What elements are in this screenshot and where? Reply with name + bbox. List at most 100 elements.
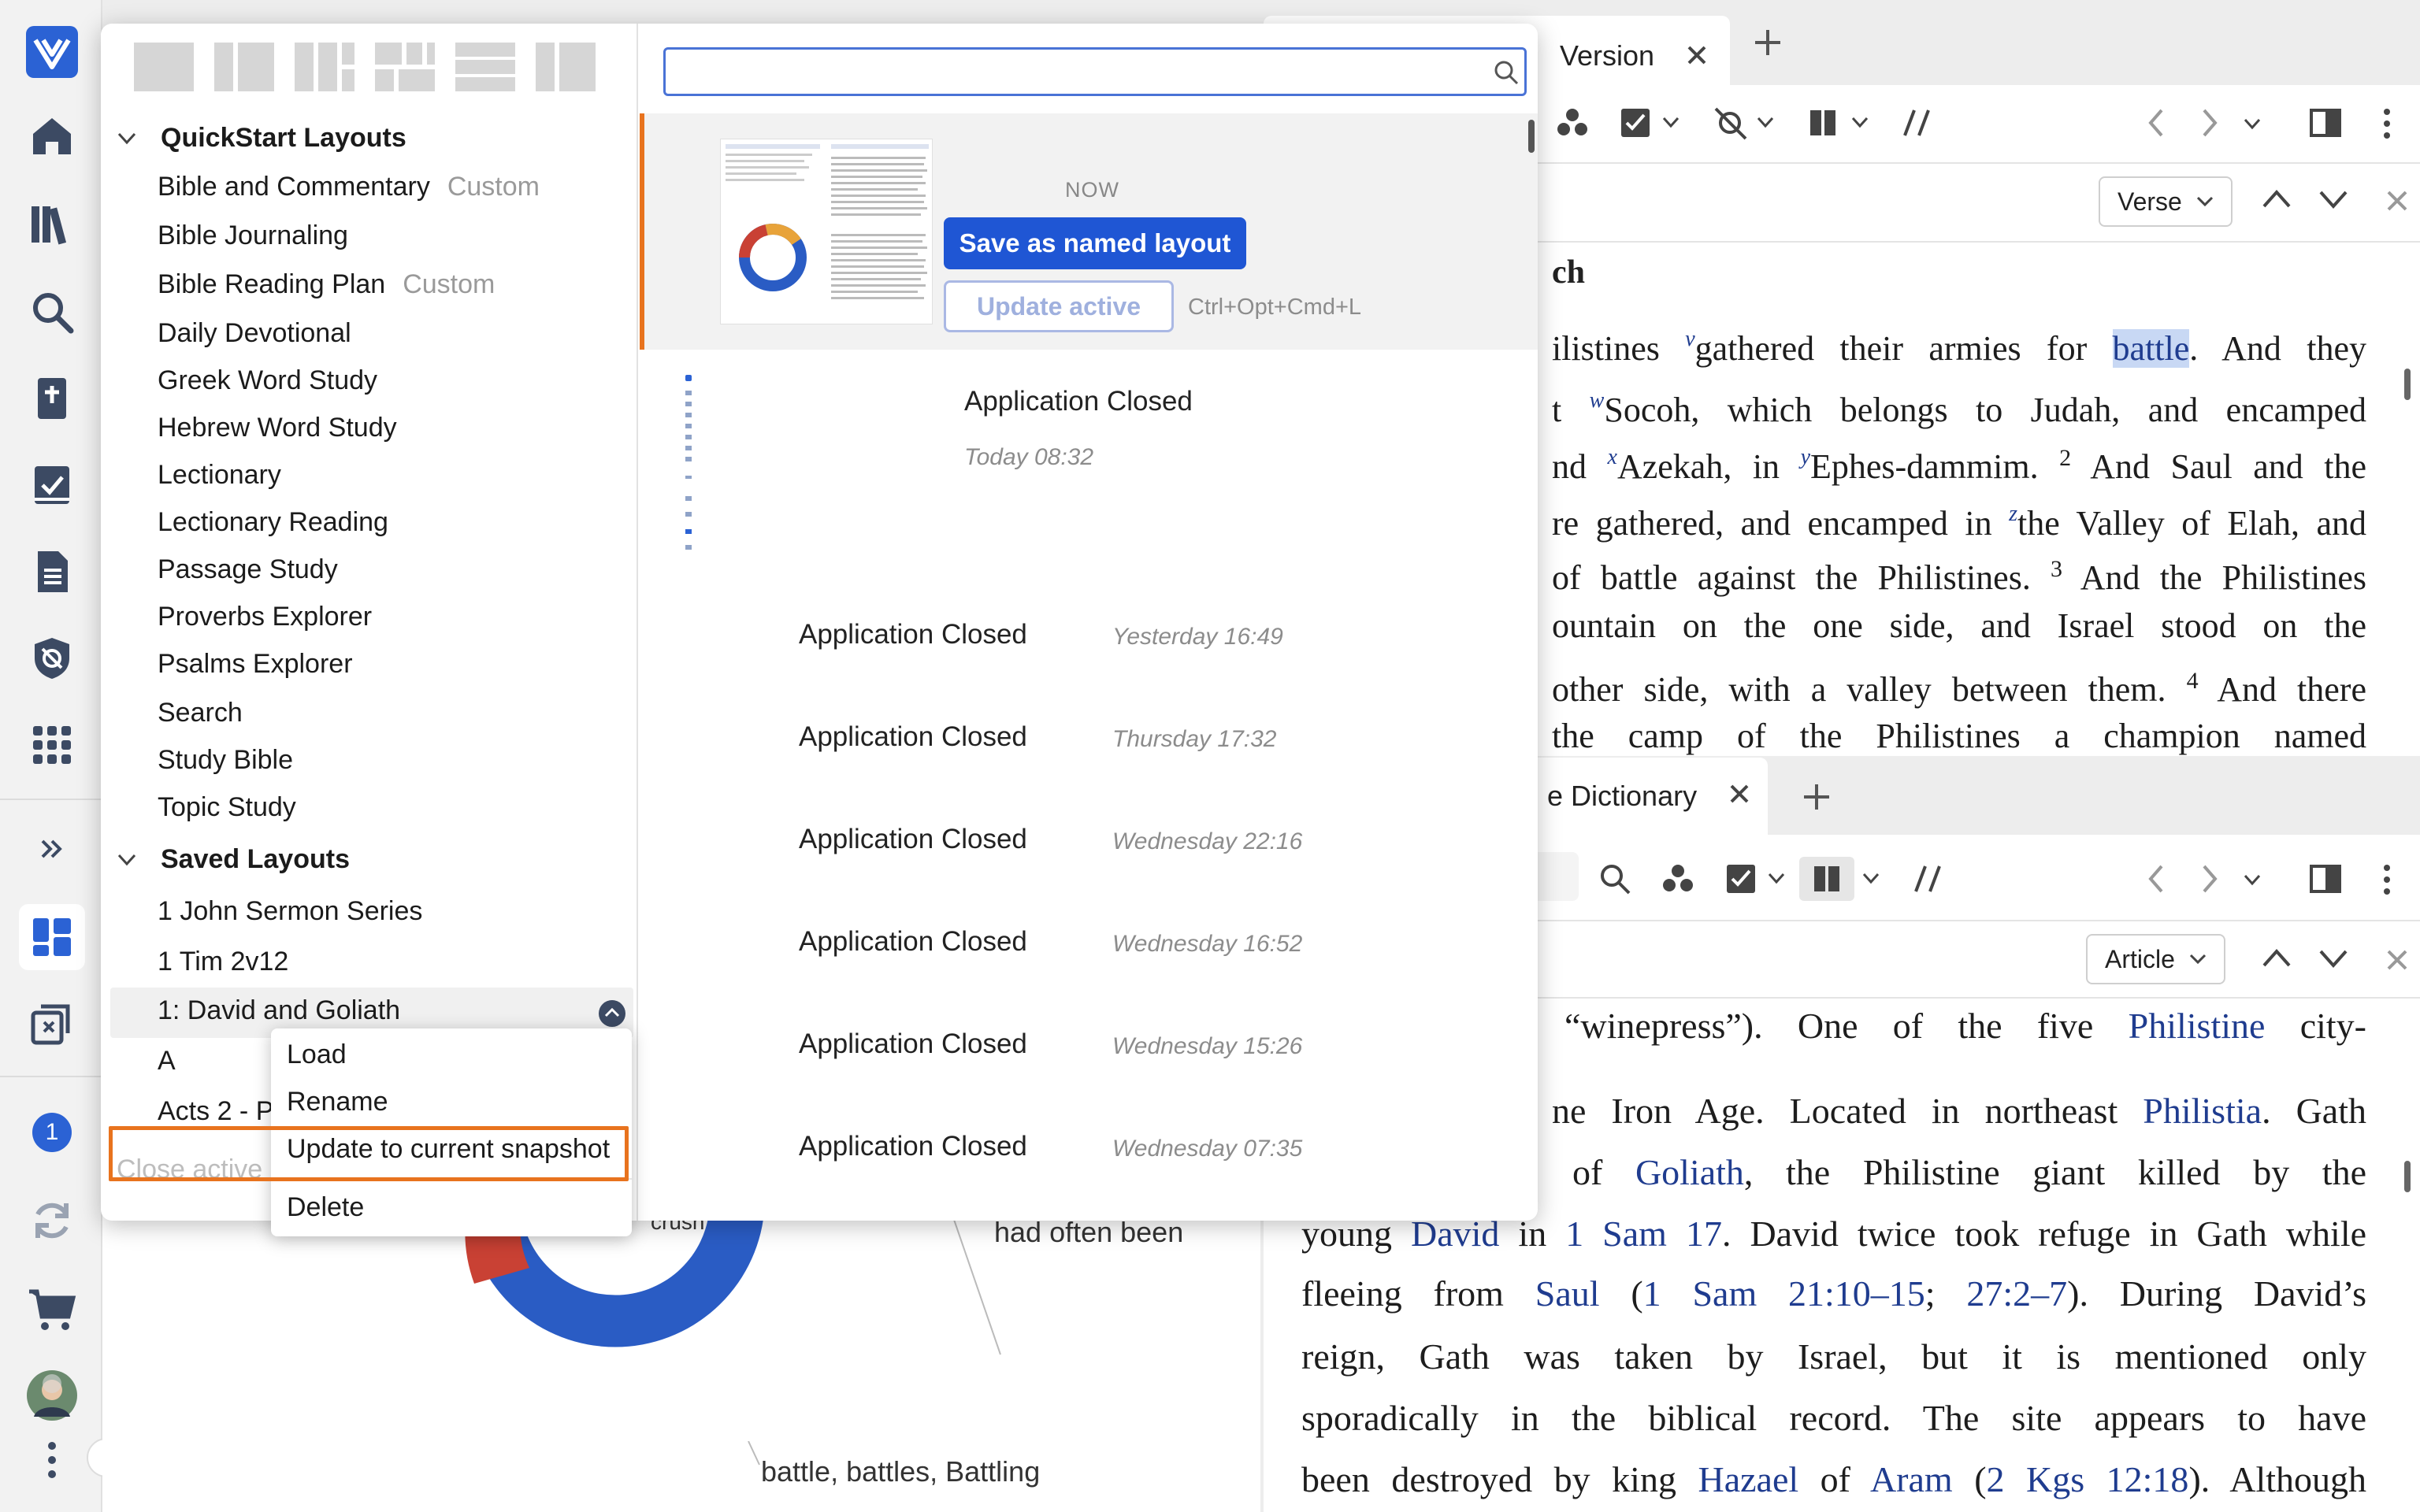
snapshot-title[interactable]: Application Closed xyxy=(799,1028,1027,1060)
logos-logo-icon[interactable] xyxy=(19,19,85,85)
menu-item-load[interactable]: Load xyxy=(287,1040,347,1070)
parallel-icon[interactable] xyxy=(1900,106,1935,140)
menu-item-delete[interactable]: Delete xyxy=(287,1192,364,1223)
interlinear-off-icon[interactable] xyxy=(1713,106,1749,142)
highlight-checklist-icon[interactable] xyxy=(1724,862,1758,896)
article-link[interactable]: Hazael xyxy=(1698,1459,1798,1499)
quickstart-layout-item[interactable]: Bible and Commentary Custom xyxy=(158,172,540,202)
home-icon[interactable] xyxy=(19,102,85,169)
chevron-up-icon[interactable] xyxy=(2261,187,2292,211)
expand-chevrons-icon[interactable] xyxy=(19,816,85,882)
quickstart-layout-item[interactable]: Daily Devotional xyxy=(158,318,351,349)
split-view-icon[interactable] xyxy=(2308,107,2343,139)
quickstart-layout-item[interactable]: Passage Study xyxy=(158,554,338,585)
quickstart-layout-item[interactable]: Proverbs Explorer xyxy=(158,602,372,632)
add-tab-icon[interactable] xyxy=(1801,781,1832,813)
article-link[interactable]: Aram xyxy=(1870,1459,1953,1499)
snapshot-title[interactable]: Application Closed xyxy=(799,619,1027,650)
snapshot-title[interactable]: Application Closed xyxy=(964,386,1193,417)
layouts-search-input[interactable] xyxy=(674,54,1461,89)
saved-layout-item[interactable]: A xyxy=(158,1046,176,1077)
article-link[interactable]: Philistia xyxy=(2143,1091,2262,1131)
layout-single-icon[interactable] xyxy=(132,41,195,93)
saved-layout-item[interactable]: Acts 2 - Pe xyxy=(158,1096,288,1127)
more-icon[interactable] xyxy=(2381,106,2393,142)
columns-icon[interactable] xyxy=(1807,107,1839,139)
snapshot-title[interactable]: Application Closed xyxy=(799,1131,1027,1162)
highlight-checklist-icon[interactable] xyxy=(1618,106,1653,140)
quickstart-layout-item[interactable]: Greek Word Study xyxy=(158,365,377,396)
split-view-icon[interactable] xyxy=(2308,863,2343,895)
saved-layouts-header[interactable]: Saved Layouts xyxy=(117,844,350,875)
article-link[interactable]: 27:2–7 xyxy=(1966,1273,2067,1314)
document-icon[interactable] xyxy=(19,539,85,605)
layouts-search-box[interactable] xyxy=(663,47,1527,96)
layouts-icon[interactable] xyxy=(19,904,85,970)
forward-icon[interactable] xyxy=(2198,863,2221,895)
save-as-named-layout-button[interactable]: Save as named layout xyxy=(944,217,1246,269)
article-dropdown[interactable]: Article xyxy=(2086,934,2225,984)
quickstart-layout-item[interactable]: Bible Journaling xyxy=(158,220,348,251)
article-link[interactable]: 1 Sam 17 xyxy=(1565,1214,1722,1254)
quickstart-layout-item[interactable]: Psalms Explorer xyxy=(158,649,353,680)
update-active-button[interactable]: Update active xyxy=(944,280,1174,332)
parallel-icon[interactable] xyxy=(1911,862,1946,896)
layout-two-column-icon[interactable] xyxy=(213,41,276,93)
chevron-down-icon[interactable] xyxy=(1862,873,1880,885)
quickstart-header[interactable]: QuickStart Layouts xyxy=(117,123,406,154)
quickstart-layout-item[interactable]: Lectionary Reading xyxy=(158,507,388,538)
bible-plus-icon[interactable] xyxy=(19,365,85,432)
quickstart-layout-item[interactable]: Bible Reading Plan Custom xyxy=(158,269,495,300)
collapse-circle-icon[interactable] xyxy=(599,1000,625,1027)
quickstart-layout-item[interactable]: Topic Study xyxy=(158,792,296,823)
chevron-down-icon[interactable] xyxy=(2318,187,2349,211)
scrollbar-thumb[interactable] xyxy=(2404,1161,2411,1192)
close-icon[interactable] xyxy=(1728,783,1750,805)
quickstart-layout-item[interactable]: Study Bible xyxy=(158,745,293,776)
layout-three-column-icon[interactable] xyxy=(293,41,356,93)
quickstart-layout-item[interactable]: Lectionary xyxy=(158,460,281,491)
sync-icon[interactable] xyxy=(19,1188,85,1254)
forward-icon[interactable] xyxy=(2198,107,2221,139)
add-tab-icon[interactable] xyxy=(1752,27,1783,58)
article-link[interactable]: Goliath xyxy=(1635,1152,1744,1192)
shield-icon[interactable] xyxy=(19,625,85,691)
cart-icon[interactable] xyxy=(19,1276,85,1342)
article-link[interactable]: 2 Kgs 12:18 xyxy=(1987,1459,2189,1499)
apps-grid-icon[interactable] xyxy=(19,712,85,778)
article-link[interactable]: Saul xyxy=(1535,1273,1600,1314)
library-icon[interactable] xyxy=(19,191,85,257)
quickstart-layout-item[interactable]: Search xyxy=(158,698,243,728)
scrollbar-thumb[interactable] xyxy=(2404,369,2411,400)
visual-filter-icon[interactable] xyxy=(1661,862,1695,896)
visual-filter-icon[interactable] xyxy=(1555,106,1590,140)
more-icon[interactable] xyxy=(2381,862,2393,898)
quickstart-layout-item[interactable]: Hebrew Word Study xyxy=(158,413,397,443)
chevron-down-icon[interactable] xyxy=(1757,117,1774,129)
search-icon[interactable] xyxy=(1598,862,1632,896)
avatar[interactable] xyxy=(19,1362,85,1429)
back-icon[interactable] xyxy=(2144,863,2168,895)
back-icon[interactable] xyxy=(2144,107,2168,139)
close-icon[interactable] xyxy=(2385,189,2409,213)
chevron-down-icon[interactable] xyxy=(1851,117,1869,129)
columns-button-active[interactable] xyxy=(1799,857,1854,901)
scrollbar-thumb[interactable] xyxy=(1528,120,1535,153)
chevron-down-icon[interactable] xyxy=(2244,874,2261,887)
chevron-down-icon[interactable] xyxy=(2244,118,2261,131)
chevron-down-icon[interactable] xyxy=(2318,947,2349,970)
snapshot-title[interactable]: Application Closed xyxy=(799,824,1027,855)
checklist-icon[interactable] xyxy=(19,452,85,518)
close-icon[interactable] xyxy=(2385,948,2409,972)
search-icon[interactable] xyxy=(19,279,85,345)
article-link[interactable]: Philistine xyxy=(2129,1006,2266,1046)
chevron-down-icon[interactable] xyxy=(1768,873,1785,885)
saved-layout-item[interactable]: 1 Tim 2v12 xyxy=(158,947,288,977)
close-panels-icon[interactable] xyxy=(19,991,85,1057)
layout-quad-icon[interactable] xyxy=(373,41,436,93)
more-icon[interactable] xyxy=(19,1427,85,1493)
notification-badge[interactable]: 1 xyxy=(19,1099,85,1166)
verse-dropdown[interactable]: Verse xyxy=(2099,176,2233,227)
layout-rows-icon[interactable] xyxy=(454,41,517,93)
layout-sidebar-icon[interactable] xyxy=(534,41,597,93)
